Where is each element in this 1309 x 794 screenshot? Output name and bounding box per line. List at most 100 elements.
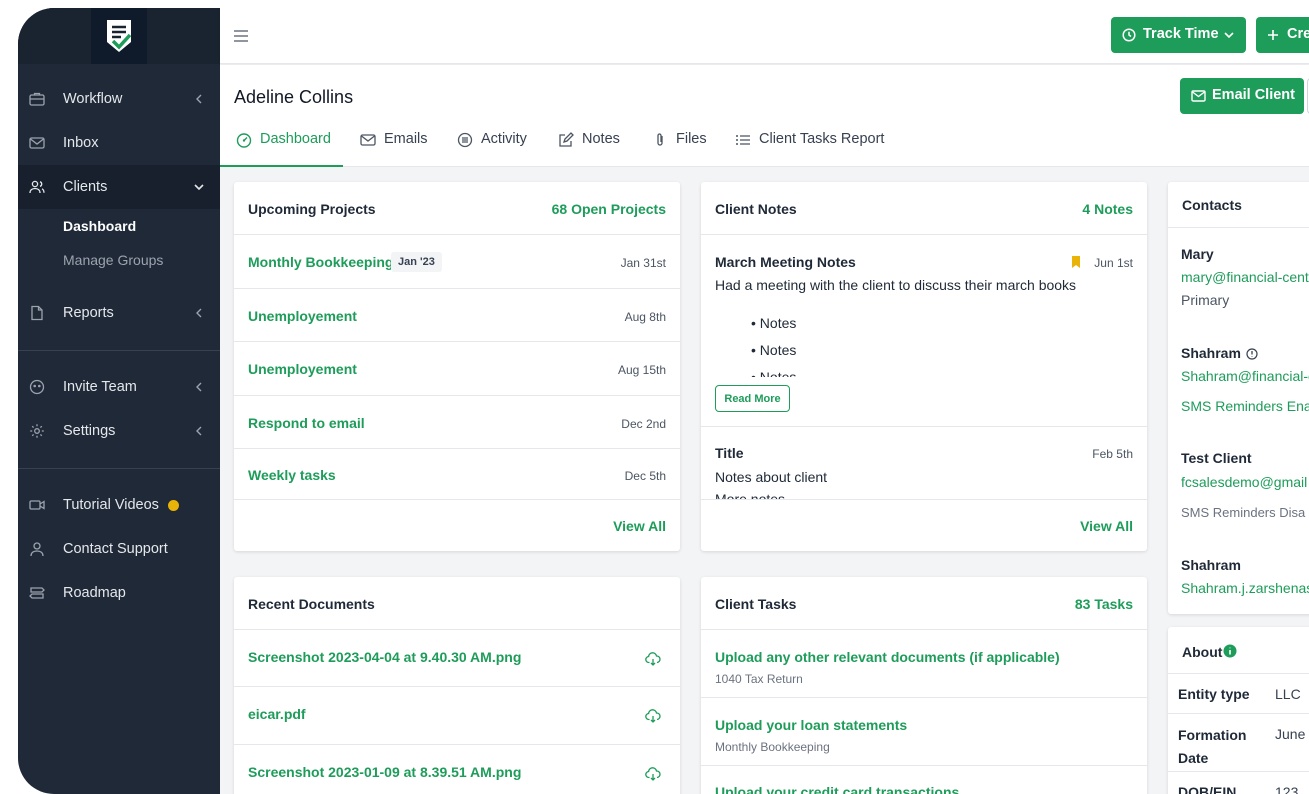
task-link[interactable]: Upload your credit card transactions (715, 784, 959, 794)
due-date: Dec 5th (624, 469, 666, 483)
tab-label: Notes (582, 131, 620, 147)
tab-files[interactable]: Files (652, 131, 707, 167)
page-title: Adeline Collins (234, 87, 354, 107)
document-link[interactable]: Screenshot 2023-04-04 at 9.40.30 AM.png (248, 649, 521, 665)
view-all-link[interactable]: View All (613, 518, 666, 534)
list-item[interactable]: Respond to email Dec 2nd (234, 396, 680, 449)
tab-label: Activity (481, 131, 527, 147)
open-projects-count[interactable]: 68 Open Projects (552, 201, 666, 217)
upcoming-projects-card: Upcoming Projects 68 Open Projects Month… (234, 182, 680, 551)
sidebar-item-clients[interactable]: Clients (18, 165, 220, 209)
chevron-down-icon (1222, 28, 1236, 42)
info-icon[interactable] (1223, 644, 1237, 658)
project-link[interactable]: Unemployement (248, 308, 357, 324)
cloud-download-icon[interactable] (645, 708, 661, 724)
project-link[interactable]: Unemployement (248, 361, 357, 377)
file-icon (29, 305, 45, 321)
list-item[interactable]: Monthly Bookkeeping Jan '23 Jan 31st (234, 235, 680, 289)
email-client-label: Email Client (1212, 87, 1295, 103)
info-circle-icon[interactable] (1246, 347, 1258, 360)
create-label: Cre (1287, 26, 1309, 42)
document-link[interactable]: Screenshot 2023-01-09 at 8.39.51 AM.png (248, 764, 521, 780)
sidebar-subitem-manage-groups[interactable]: Manage Groups (63, 252, 163, 268)
note-date: Jun 1st (1094, 256, 1133, 270)
logo-area (18, 8, 220, 64)
task-link[interactable]: Upload your loan statements (715, 717, 907, 733)
project-link[interactable]: Respond to email (248, 415, 365, 431)
sidebar-item-roadmap[interactable]: Roadmap (18, 571, 220, 615)
app-window: Workflow Inbox Clients Dashboard Manage … (18, 8, 1309, 794)
user-icon (29, 541, 45, 557)
read-more-button[interactable]: Read More (715, 385, 790, 412)
tab-label: Dashboard (260, 131, 331, 147)
sidebar-item-workflow[interactable]: Workflow (18, 77, 220, 121)
list-item[interactable]: Screenshot 2023-04-04 at 9.40.30 AM.png (234, 630, 680, 687)
due-date: Jan 31st (620, 256, 666, 270)
bullet-item: • Notes (751, 315, 797, 331)
list-item[interactable]: Unemployement Aug 15th (234, 342, 680, 396)
document-link[interactable]: eicar.pdf (248, 706, 306, 722)
tab-notes[interactable]: Notes (558, 131, 620, 167)
tab-label: Emails (384, 131, 428, 147)
team-icon (29, 379, 45, 395)
sidebar-divider (18, 468, 220, 469)
contact-email[interactable]: Shahram@financial-c (1181, 368, 1309, 384)
sidebar-subitem-dashboard[interactable]: Dashboard (63, 218, 136, 234)
tab-emails[interactable]: Emails (360, 131, 428, 167)
notes-count[interactable]: 4 Notes (1082, 201, 1133, 217)
contact-email[interactable]: fcsalesdemo@gmail (1181, 474, 1307, 490)
contacts-card: Contacts Mary mary@financial-cent Primar… (1168, 182, 1309, 614)
field-value: June (1275, 726, 1306, 742)
list-item[interactable]: Screenshot 2023-01-09 at 8.39.51 AM.png (234, 745, 680, 794)
sidebar-item-contact-support[interactable]: Contact Support (18, 527, 220, 571)
field-label: Formation Date (1178, 727, 1247, 766)
create-button[interactable]: Cre (1256, 17, 1309, 53)
tab-label: Files (676, 131, 707, 147)
task-item[interactable]: Upload any other relevant documents (if … (701, 630, 1147, 698)
bookmark-icon[interactable] (1070, 255, 1082, 269)
sidebar-item-inbox[interactable]: Inbox (18, 121, 220, 165)
card-title: Contacts (1182, 197, 1242, 213)
project-link[interactable]: Monthly Bookkeeping (248, 254, 393, 270)
note-title: March Meeting Notes (715, 254, 856, 270)
field-value: 123 (1275, 784, 1299, 794)
tab-dashboard[interactable]: Dashboard (220, 131, 343, 167)
hamburger-menu-icon[interactable] (232, 27, 250, 45)
task-project: Monthly Bookkeeping (715, 740, 830, 754)
due-date: Dec 2nd (621, 417, 666, 431)
task-item[interactable]: Upload your credit card transactions (701, 766, 1147, 794)
task-link[interactable]: Upload any other relevant documents (if … (715, 649, 1060, 665)
bullet-text: Notes (759, 342, 797, 358)
sidebar-item-tutorial-videos[interactable]: Tutorial Videos (18, 483, 220, 527)
track-time-button[interactable]: Track Time (1111, 17, 1246, 53)
task-project: 1040 Tax Return (715, 672, 803, 686)
tasks-count[interactable]: 83 Tasks (1075, 596, 1133, 612)
sidebar-item-label: Inbox (63, 135, 99, 151)
list-item[interactable]: eicar.pdf (234, 687, 680, 745)
project-link[interactable]: Weekly tasks (248, 467, 336, 483)
list-item[interactable]: Weekly tasks Dec 5th (234, 449, 680, 500)
contact-email[interactable]: mary@financial-cent (1181, 269, 1309, 285)
cloud-download-icon[interactable] (645, 651, 661, 667)
sidebar-item-settings[interactable]: Settings (18, 409, 220, 453)
due-date: Aug 8th (624, 310, 666, 324)
email-client-button[interactable]: Email Client (1180, 78, 1304, 114)
note-title: Title (715, 445, 744, 461)
app-logo[interactable] (91, 8, 147, 64)
note-date: Feb 5th (1092, 447, 1133, 461)
edit-note-icon (558, 132, 574, 148)
list-item[interactable]: Unemployement Aug 8th (234, 289, 680, 342)
tab-client-tasks-report[interactable]: Client Tasks Report (735, 131, 884, 167)
sidebar-item-invite-team[interactable]: Invite Team (18, 365, 220, 409)
contact-name: Mary (1181, 246, 1214, 262)
view-all-link[interactable]: View All (1080, 518, 1133, 534)
signpost-icon (29, 585, 45, 601)
tab-label: Client Tasks Report (759, 131, 885, 147)
client-tasks-card: Client Tasks 83 Tasks Upload any other r… (701, 577, 1147, 794)
sidebar-item-reports[interactable]: Reports (18, 291, 220, 335)
task-item[interactable]: Upload your loan statements Monthly Book… (701, 698, 1147, 766)
tab-activity[interactable]: Activity (457, 131, 527, 167)
contact-email[interactable]: Shahram.j.zarshenas (1181, 580, 1309, 596)
cloud-download-icon[interactable] (645, 766, 661, 782)
chevron-left-icon (192, 92, 206, 106)
